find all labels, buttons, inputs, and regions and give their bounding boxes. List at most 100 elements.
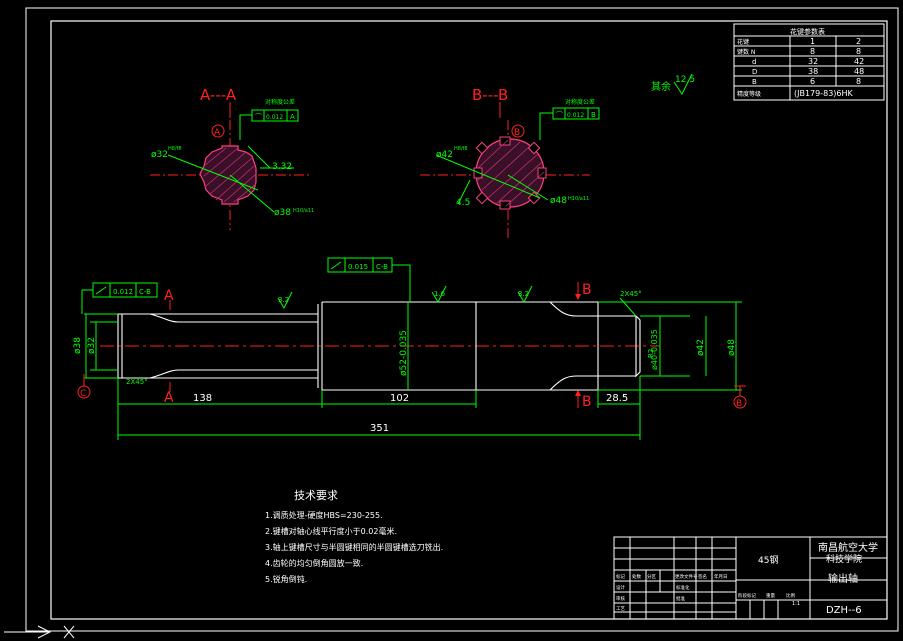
- tol-mid-val: 0.015: [348, 263, 368, 271]
- roughness-note: 其余 12.5: [651, 73, 695, 95]
- svg-text:H8/f8: H8/f8: [454, 146, 468, 152]
- shaft-dim-d42: ø42: [696, 339, 706, 356]
- section-b-circle-letter: B: [514, 128, 520, 138]
- datum-b-label: B: [736, 399, 742, 409]
- chamfer-left: 2X45°: [126, 378, 148, 386]
- section-a-dim-d32: ø32: [151, 150, 168, 160]
- tb-label: 标记: [616, 573, 625, 580]
- chamfer-right: 2X45°: [620, 290, 642, 298]
- title-scale: 1:1: [792, 601, 800, 607]
- cut-b-bottom: B: [582, 394, 592, 410]
- title-part-name: 输出轴: [828, 572, 858, 585]
- section-b-tol-val: 0.012: [567, 112, 584, 119]
- section-b-view: B 对称度公差 ⌒ 0.012 B ø42 H8/f8 4.5 ø48 H10/…: [420, 98, 600, 240]
- section-a-tol-val: 0.012: [266, 114, 283, 121]
- shaft-dim-r2: R2: [647, 349, 655, 358]
- table-cell: d: [752, 58, 756, 66]
- tol-left-val: 0.012: [113, 288, 133, 296]
- table-cell: 42: [854, 57, 864, 66]
- shaft-dim-d48: ø48: [727, 339, 737, 356]
- section-b-dim-d42: ø42: [436, 150, 453, 160]
- tb-label: 重量: [766, 592, 775, 599]
- section-a-view: A 对称度公差 ⌒ 0.012 A ø32 H8/f8 3.32 ø38 H10…: [150, 98, 314, 230]
- title-drawing-no: DZH--6: [826, 605, 862, 616]
- table-cell: 8: [856, 77, 861, 86]
- svg-text:H10/a11: H10/a11: [293, 208, 314, 214]
- section-b-tol-sym: ⌒: [556, 111, 563, 119]
- tb-label: 签名: [698, 573, 707, 580]
- section-a-dim-d38: ø38: [274, 208, 291, 218]
- roughness-note-label: 其余: [651, 80, 671, 93]
- ucs-icon: [4, 625, 75, 639]
- dim-138: 138: [193, 393, 212, 404]
- spline-section-a: [199, 145, 257, 205]
- technical-requirements: 技术要求 1.调质处理-硬度HBS=230-255. 2.键槽对轴心线平行度小于…: [265, 489, 443, 584]
- section-a-label: A---A: [200, 86, 237, 104]
- cut-a-top: A: [164, 288, 174, 304]
- table-cell: 6: [810, 77, 815, 86]
- tb-label: 分区: [647, 573, 656, 580]
- section-a-tol-ref: A: [290, 113, 295, 121]
- tb-label: 比例: [786, 592, 795, 599]
- tech-req-item: 5.锐角倒钝.: [265, 574, 307, 584]
- shaft-view: ø38 ø32 C 0.012 C-B A A 3.2 1.6 3.2 0.01…: [73, 257, 747, 440]
- tol-left-ref: C-B: [139, 288, 151, 296]
- section-b-label: B---B: [472, 86, 508, 104]
- dim-285: 28.5: [606, 393, 628, 404]
- tb-label: 年月日: [714, 573, 728, 580]
- dim-351: 351: [370, 423, 389, 434]
- tol-mid-ref: C-B: [376, 263, 388, 271]
- inner-border: [50, 20, 888, 620]
- shaft-dim-d38: ø38: [73, 337, 83, 354]
- tb-label: 工艺: [616, 606, 625, 612]
- tb-label: 设计: [616, 584, 625, 591]
- section-b-dim-d48: ø48: [550, 196, 567, 206]
- svg-text:H10/a11: H10/a11: [568, 196, 589, 202]
- table-cell: 8: [856, 47, 861, 56]
- tech-req-item: 1.调质处理-硬度HBS=230-255.: [265, 510, 383, 520]
- roughness-note-value: 12.5: [675, 75, 695, 85]
- table-cell: 1: [810, 37, 815, 46]
- shaft-dim-d52: ø52-0.035: [399, 330, 409, 376]
- cad-drawing-canvas: A---A A 对称度公差 ⌒ 0.012 A ø32 H8/f8 3.32 ø…: [0, 0, 903, 641]
- dim-102: 102: [390, 393, 409, 404]
- section-b-dim-45: 4.5: [456, 198, 470, 208]
- table-cell: 花键: [737, 38, 749, 46]
- table-cell: 38: [808, 67, 818, 76]
- table-cell: 精度等级: [737, 90, 761, 98]
- tb-label: 处数: [632, 573, 641, 580]
- section-a-tol-label: 对称度公差: [265, 98, 295, 106]
- tb-label: 批准: [676, 595, 685, 602]
- table-cell: D: [752, 68, 757, 76]
- table-cell: 2: [856, 37, 861, 46]
- rough-right: 3.2: [518, 290, 529, 298]
- tech-req-item: 4.齿轮的均匀倒角圆放一致.: [265, 558, 363, 568]
- tb-label: 审核: [616, 595, 625, 602]
- tech-req-item: 3.轴上键槽尺寸与半圆键相同的半圆键槽选刀铣出.: [265, 542, 443, 552]
- drawing-svg: A---A A 对称度公差 ⌒ 0.012 A ø32 H8/f8 3.32 ø…: [4, 7, 899, 639]
- table-cell: B: [752, 78, 757, 86]
- tech-req-item: 2.键槽对轴心线平行度小于0.02毫米.: [265, 526, 397, 536]
- table-cell: 48: [854, 67, 864, 76]
- table-cell: 8: [810, 47, 815, 56]
- datum-c-label: C: [80, 389, 86, 399]
- tb-label: 标准化: [676, 584, 690, 591]
- section-a-tol-sym: ⌒: [255, 113, 262, 121]
- section-a-dim-tolmark: H8/f8: [168, 146, 182, 152]
- rough-left: 3.2: [278, 296, 289, 304]
- section-b-tol-label: 对称度公差: [565, 98, 595, 106]
- tech-req-title: 技术要求: [294, 489, 338, 502]
- table-cell: 键数 N: [737, 48, 755, 56]
- rough-mid: 1.6: [434, 290, 446, 298]
- outer-border: [25, 7, 899, 632]
- table-cell: 32: [808, 57, 818, 66]
- spline-table-title: 花键参数表: [790, 27, 825, 36]
- section-a-circle-letter: A: [214, 128, 221, 138]
- section-b-tol-ref: B: [591, 111, 596, 119]
- cut-b-top: B: [582, 282, 592, 298]
- tb-label: 阶段标记: [738, 592, 756, 599]
- tb-label: 更改文件号: [675, 573, 698, 580]
- title-material: 45钢: [758, 554, 778, 566]
- table-cell: (JB179-83)6HK: [794, 89, 854, 98]
- title-school-2: 科技学院: [826, 553, 862, 565]
